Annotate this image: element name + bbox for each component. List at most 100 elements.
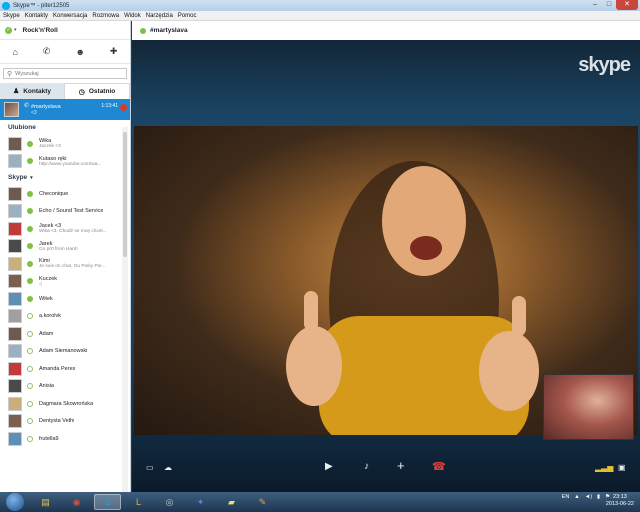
language-indicator[interactable]: EN <box>562 494 570 500</box>
section-skype[interactable]: Skype ▾ <box>0 170 130 185</box>
avatar <box>8 344 22 359</box>
volume-icon[interactable]: ◄) <box>585 494 592 500</box>
signal-strength-icon[interactable]: ▂▃▅ <box>595 463 613 473</box>
clock-time: 23:13 <box>613 494 627 500</box>
tab-contacts[interactable]: ♟ Kontakty <box>0 83 64 99</box>
online-status-icon <box>140 27 146 34</box>
contact-item[interactable]: Dagmara Skowrońska <box>0 395 130 413</box>
section-favorites: Ulubione <box>8 124 36 131</box>
explorer-icon[interactable]: ▤ <box>32 494 59 510</box>
search-box[interactable]: ⚲ <box>3 68 127 79</box>
contact-text: Adam Siemanowski <box>39 348 87 354</box>
contact-item[interactable]: a.korolvk <box>0 308 130 326</box>
contact-item[interactable]: Wika Jaczek <3 <box>0 135 130 153</box>
avatar <box>4 102 19 117</box>
close-button[interactable]: ✕ <box>616 0 638 10</box>
hang-up-icon[interactable] <box>120 104 127 111</box>
skype-taskbar-icon[interactable]: S <box>94 494 121 510</box>
hang-up-icon[interactable]: ☎ <box>432 462 446 473</box>
contact-item[interactable]: Echo / Sound Test Service <box>0 203 130 221</box>
offline-status-icon <box>27 418 33 425</box>
notes-icon[interactable]: ▰ <box>218 494 245 510</box>
contact-name: Dagmara Skowrońska <box>39 400 94 407</box>
group-icon[interactable]: ☻ <box>75 47 84 57</box>
menu-tools[interactable]: Narzędzia <box>146 13 173 19</box>
contact-item[interactable]: Kutaso ręki http://www.youtube.com/wa... <box>0 153 130 171</box>
system-clock[interactable]: 23:13 2013-06-22 <box>606 494 634 508</box>
search-input[interactable] <box>15 70 116 77</box>
offline-status-icon <box>27 400 33 407</box>
microphone-icon[interactable]: ♪ <box>364 462 369 472</box>
search-icon: ⚲ <box>7 70 13 78</box>
offline-status-icon <box>27 365 33 372</box>
contact-item[interactable]: Jacek <3 Wika <3, Chodź se mnę chcel... <box>0 220 130 238</box>
mood-message[interactable]: Rock'n'Roll <box>23 27 58 34</box>
conversation-title[interactable]: #martyslava <box>150 27 188 34</box>
offline-status-icon <box>27 435 33 442</box>
menu-contacts[interactable]: Kontakty <box>25 13 48 19</box>
contact-text: Adam <box>39 331 53 337</box>
online-status-icon <box>27 190 33 197</box>
add-icon[interactable]: + <box>397 459 405 472</box>
contact-item[interactable]: Witek <box>0 290 130 308</box>
avatar <box>8 431 22 446</box>
self-video-preview[interactable] <box>543 374 634 440</box>
online-status-icon <box>27 225 33 232</box>
conversation-header: #martyslava <box>132 21 640 40</box>
contact-text: Kimi Je suis on chat, Ou Pinky Pie... <box>39 258 105 269</box>
profile-mood[interactable]: ✓ ▾ Rock'n'Roll <box>0 21 130 40</box>
menu-conversation[interactable]: Konwersacja <box>53 13 87 19</box>
avatar <box>8 136 22 151</box>
active-call-item[interactable]: ✆ #martyslava <3 1:13:41 <box>0 99 130 120</box>
contact-name: Dentysta Vethi <box>39 418 75 425</box>
contact-item[interactable]: Anisia <box>0 378 130 396</box>
contact-text: a.korolvk <box>39 313 61 319</box>
contact-item[interactable]: Amanda Peres <box>0 360 130 378</box>
contact-item[interactable]: Adam Siemanowski <box>0 343 130 361</box>
avatar <box>8 204 22 219</box>
maximize-button[interactable]: □ <box>602 0 616 10</box>
app-icon[interactable]: ◎ <box>156 494 183 510</box>
contact-status: http://www.youtube.com/wa... <box>39 161 102 167</box>
app-icon[interactable]: ✦ <box>187 494 214 510</box>
avatar <box>8 256 22 271</box>
start-button[interactable] <box>6 493 24 511</box>
contact-item[interactable]: Kuczek:( <box>0 273 130 291</box>
menu-view[interactable]: Widok <box>124 13 141 19</box>
contact-item[interactable]: Checonique <box>0 185 130 203</box>
system-tray: EN ▲ ◄) ▮ ⚑ <box>557 494 610 500</box>
contacts-scroll-thumb[interactable] <box>123 132 127 257</box>
phone-icon[interactable]: ✆ <box>43 46 51 57</box>
menu-call[interactable]: Rozmowa <box>92 13 119 19</box>
chat-icon[interactable]: ☁ <box>164 463 172 473</box>
contact-item[interactable]: Kimi Je suis on chat, Ou Pinky Pie... <box>0 255 130 273</box>
network-icon[interactable]: ▮ <box>597 494 600 500</box>
league-icon[interactable]: L <box>125 494 152 510</box>
contacts-list: Checonique Echo / Sound Test Service Jacek… <box>0 185 130 448</box>
paint-icon[interactable]: ✎ <box>249 494 276 510</box>
online-status-icon <box>27 295 33 302</box>
add-contact-icon[interactable]: ✚ <box>110 46 118 57</box>
contact-item[interactable]: Dentysta Vethi <box>0 413 130 431</box>
contact-status: Go pr0 from Hard! <box>39 246 78 252</box>
video-camera-icon[interactable]: ▶ <box>325 462 333 472</box>
contact-status: :( <box>39 281 42 287</box>
tab-recent[interactable]: ◷ Ostatnio <box>64 83 130 99</box>
menu-skype[interactable]: Skype <box>3 13 20 19</box>
menu-help[interactable]: Pomoc <box>178 13 197 19</box>
contact-text: Jacek <3 Wika <3, Chodź se mnę chcel... <box>39 223 107 234</box>
fullscreen-icon[interactable]: ▣ <box>618 463 626 473</box>
skype-logo: skype <box>578 54 631 76</box>
contact-item[interactable]: Jarek Go pr0 from Hard! <box>0 238 130 256</box>
chevron-down-icon[interactable]: ▾ <box>14 27 17 33</box>
tray-expand-icon[interactable]: ▲ <box>574 494 579 500</box>
chrome-icon[interactable]: ◉ <box>63 494 90 510</box>
minimize-button[interactable]: – <box>588 0 602 10</box>
contact-item[interactable]: Adam <box>0 325 130 343</box>
window-title-bar: Skype™ - piter12505 – □ ✕ <box>0 0 640 11</box>
contact-text: Echo / Sound Test Service <box>39 208 103 214</box>
home-icon[interactable]: ⌂ <box>12 47 17 57</box>
screen-toggle-icon[interactable]: ▭ <box>146 463 154 473</box>
online-status-icon[interactable]: ✓ <box>5 26 12 34</box>
contact-item[interactable]: frutella9 <box>0 430 130 448</box>
